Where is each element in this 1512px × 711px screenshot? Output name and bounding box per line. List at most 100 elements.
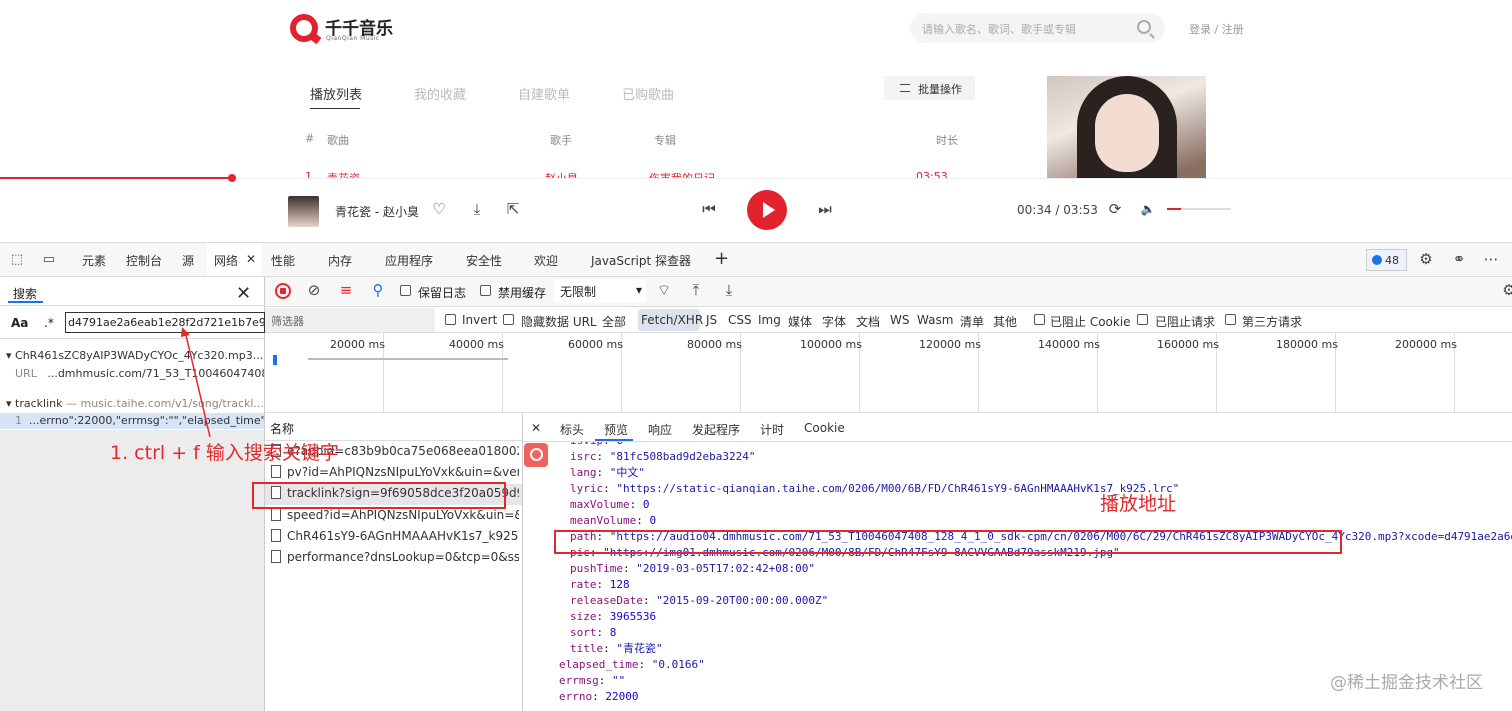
connect-icon[interactable]: ⚭ (1450, 250, 1468, 268)
request-row[interactable]: ChR461sY9-6AGnHMAAAHvK1s7_k925.lrc (271, 529, 519, 548)
dtab-performance[interactable]: 性能 (271, 252, 295, 269)
filter-type-font[interactable]: 字体 (822, 313, 846, 330)
filter-type-fetch-xhr[interactable]: Fetch/XHR (641, 313, 703, 327)
request-row[interactable]: performance?dnsLookup=0&tcp=0&ssl=... (271, 550, 519, 569)
loop-icon[interactable]: ⟳ (1106, 200, 1124, 218)
progress-handle[interactable] (228, 174, 236, 182)
disable-cache-checkbox[interactable] (480, 285, 491, 296)
json-key: pushTime (570, 562, 623, 575)
volume-icon[interactable]: 🔈 (1139, 200, 1157, 218)
tab-favorites[interactable]: 我的收藏 (414, 84, 466, 103)
login-link[interactable]: 登录 / 注册 (1189, 21, 1244, 37)
tab-custom-playlist[interactable]: 自建歌单 (518, 84, 570, 103)
file-icon (271, 508, 281, 521)
dtab-elements[interactable]: 元素 (82, 252, 106, 269)
json-key: maxVolume (570, 498, 630, 511)
previous-icon[interactable]: ⏮ (700, 200, 718, 218)
share-icon[interactable]: ⇱ (504, 200, 522, 218)
network-conditions-icon[interactable]: ⌔ (655, 281, 673, 299)
request-row[interactable]: speed?id=AhPIQNzsNIpuLYoVxk&uin=&... (271, 508, 519, 527)
json-colon: : (603, 442, 616, 447)
dtab-security[interactable]: 安全性 (466, 252, 502, 269)
search-result-file[interactable]: ▾ tracklink — music.taihe.com/v1/song/tr… (6, 397, 264, 410)
settings-icon[interactable]: ⚙ (1500, 281, 1512, 299)
result-text: ...dmhmusic.com/71_53_T10046047408... (47, 367, 264, 380)
inspect-icon[interactable]: ⬚ (8, 251, 26, 269)
regex-toggle[interactable]: .* (44, 316, 54, 330)
blocked-cookie-checkbox[interactable] (1034, 314, 1045, 325)
clear-icon[interactable]: ⊘ (305, 281, 323, 299)
filter-type-media[interactable]: 媒体 (788, 313, 812, 330)
gear-icon[interactable]: ⚙ (1417, 250, 1435, 268)
hide-data-url-checkbox[interactable] (503, 314, 514, 325)
result-source: — music.taihe.com/v1/song/trackl... (65, 397, 264, 410)
dtab-network[interactable]: 网络 (214, 252, 238, 269)
dtab-memory[interactable]: 内存 (328, 252, 352, 269)
add-tab-icon[interactable]: + (714, 248, 729, 269)
search-result-line[interactable]: 1 ...errno":22000,"errmsg":"","elapsed_t… (15, 414, 264, 427)
dtab-sources[interactable]: 源 (182, 252, 194, 269)
search-result-file[interactable]: ▾ ChR461sZC8yAIP3WADyCYOc_4Yc320.mp3... (6, 349, 264, 362)
device-icon[interactable]: ▭ (40, 251, 58, 269)
request-name: ChR461sY9-6AGnHMAAAHvK1s7_k925.lrc (287, 529, 519, 543)
json-line: title: "青花瓷" (570, 641, 1512, 657)
filter-type-doc[interactable]: 文档 (856, 313, 880, 330)
throttle-select[interactable]: 无限制 ▾ (554, 279, 646, 303)
tab-purchased[interactable]: 已购歌曲 (622, 84, 674, 103)
detail-tab-preview[interactable]: 预览 (604, 421, 628, 438)
filter-type-js[interactable]: JS (706, 313, 717, 327)
next-icon[interactable]: ⏭ (816, 200, 834, 218)
filter-icon[interactable]: ≡ (337, 281, 355, 299)
detail-tab-initiator[interactable]: 发起程序 (692, 421, 740, 438)
filter-type-css[interactable]: CSS (728, 313, 752, 327)
close-detail-icon[interactable]: ✕ (531, 421, 541, 435)
detail-tab-timing[interactable]: 计时 (760, 421, 784, 438)
dtab-console[interactable]: 控制台 (126, 252, 162, 269)
message-icon (1372, 255, 1382, 265)
dtab-welcome[interactable]: 欢迎 (534, 252, 558, 269)
search-icon[interactable] (1137, 20, 1151, 34)
filter-type-ws[interactable]: WS (890, 313, 909, 327)
upload-icon[interactable]: ⤒ (687, 281, 705, 299)
match-case-toggle[interactable]: Aa (11, 316, 28, 330)
filter-input[interactable]: 筛选器 (265, 308, 435, 332)
search-panel-title[interactable]: 搜索 (13, 285, 37, 302)
names-column-title[interactable]: 名称 (270, 420, 294, 437)
filter-type-other[interactable]: 其他 (993, 313, 1017, 330)
tab-playlist[interactable]: 播放列表 (310, 84, 362, 103)
search-icon[interactable]: ⚲ (369, 281, 387, 299)
devtools-search-input[interactable]: d4791ae2a6eab1e28f2d721e1b7e958 (65, 312, 265, 333)
detail-tab-response[interactable]: 响应 (648, 421, 672, 438)
json-key: isrc (570, 450, 597, 463)
song-title[interactable]: 青花瓷 - 赵小臭 (335, 203, 419, 220)
record-icon[interactable] (275, 283, 291, 299)
filter-type-manifest[interactable]: 清单 (960, 313, 984, 330)
play-button[interactable] (747, 190, 787, 230)
filter-type-wasm[interactable]: Wasm (917, 313, 953, 327)
dtab-js-profiler[interactable]: JavaScript 探查器 (591, 252, 691, 269)
invert-checkbox[interactable] (445, 314, 456, 325)
preserve-log-checkbox[interactable] (400, 285, 411, 296)
json-colon: : (596, 578, 610, 591)
close-icon[interactable]: ✕ (236, 283, 251, 304)
dtab-application[interactable]: 应用程序 (385, 252, 433, 269)
json-line: maxVolume: 0 (570, 497, 1512, 513)
batch-button[interactable]: 批量操作 (884, 76, 975, 100)
timeline-tick: 60000 ms (568, 338, 623, 351)
more-icon[interactable]: ⋯ (1482, 250, 1500, 268)
filter-type-all[interactable]: 全部 (602, 313, 626, 330)
detail-tab-cookie[interactable]: Cookie (804, 421, 845, 435)
third-party-checkbox[interactable] (1225, 314, 1236, 325)
filter-type-img[interactable]: Img (758, 313, 781, 327)
close-tab-icon[interactable]: ✕ (246, 252, 256, 266)
song-thumbnail[interactable] (288, 196, 319, 227)
download-icon[interactable]: ⤓ (720, 281, 738, 299)
progress-bar[interactable] (0, 177, 232, 179)
download-icon[interactable]: ⤓ (468, 200, 486, 218)
blocked-request-checkbox[interactable] (1137, 314, 1148, 325)
search-result-line[interactable]: URL ...dmhmusic.com/71_53_T10046047408..… (15, 367, 264, 380)
search-input[interactable]: 请输入歌名、歌词、歌手或专辑 (910, 13, 1165, 43)
json-value: "2015-09-20T00:00:00.000Z" (656, 594, 829, 607)
heart-icon[interactable]: ♡ (430, 200, 448, 218)
detail-tab-headers[interactable]: 标头 (560, 421, 584, 438)
